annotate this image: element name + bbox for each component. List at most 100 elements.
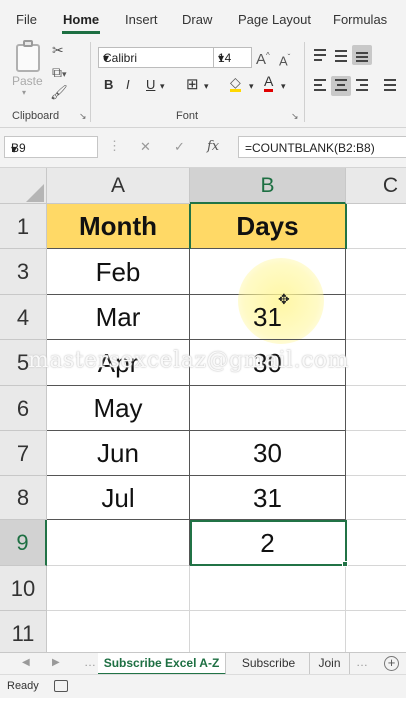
table-header-cell[interactable]: Month xyxy=(47,204,190,249)
column-header-a[interactable]: A xyxy=(47,168,190,204)
tab-page-layout[interactable]: Page Layout xyxy=(238,12,311,27)
format-painter-icon[interactable]: 🖌 xyxy=(50,84,68,100)
row-header-selected[interactable]: 9 xyxy=(0,520,47,566)
column-header-b[interactable]: B xyxy=(190,168,346,204)
cell[interactable]: Jul xyxy=(47,476,190,520)
italic-button[interactable]: I xyxy=(126,77,130,92)
chevron-down-icon[interactable]: ▾ xyxy=(281,81,286,92)
cell[interactable] xyxy=(346,295,406,340)
cell[interactable]: 30 xyxy=(190,431,346,476)
column-selection-edge xyxy=(189,204,191,249)
prev-sheet-icon[interactable]: ◀ xyxy=(22,657,30,668)
cell[interactable] xyxy=(47,520,190,566)
chevron-down-icon[interactable]: ▾ xyxy=(160,81,165,92)
cell[interactable] xyxy=(346,386,406,431)
insert-function-icon[interactable]: fx xyxy=(207,139,219,154)
clipboard-launcher-icon[interactable]: ↘ xyxy=(79,111,87,122)
cancel-icon[interactable]: ✕ xyxy=(140,139,151,155)
cell[interactable]: May xyxy=(47,386,190,431)
font-size-select[interactable]: 14 ▾ xyxy=(214,47,252,68)
grow-font-icon[interactable]: A^ xyxy=(256,48,270,68)
tab-formulas[interactable]: Formulas xyxy=(333,12,387,27)
fill-color-icon[interactable]: ◇ xyxy=(230,75,241,92)
status-bar: Ready xyxy=(0,674,406,698)
font-launcher-icon[interactable]: ↘ xyxy=(291,111,299,122)
row-header[interactable]: 1 xyxy=(0,204,47,249)
formula-input[interactable]: =COUNTBLANK(B2:B8) xyxy=(238,136,406,158)
row-header[interactable]: 3 xyxy=(0,249,47,295)
tab-file[interactable]: File xyxy=(16,12,37,27)
cell[interactable] xyxy=(190,566,346,611)
cell[interactable] xyxy=(346,204,406,249)
macro-record-icon[interactable] xyxy=(54,680,68,692)
table-header-cell[interactable]: Days xyxy=(190,204,346,249)
name-box[interactable]: B9 ▾ xyxy=(4,136,98,158)
worksheet-grid[interactable]: A B C 1 Month Days 3 Feb 4 Mar 31 5 Apr … xyxy=(0,168,406,652)
row-header[interactable]: 8 xyxy=(0,476,47,520)
cell[interactable] xyxy=(346,340,406,386)
cell[interactable] xyxy=(346,476,406,520)
bold-button[interactable]: B xyxy=(104,77,113,92)
align-center-icon[interactable] xyxy=(331,76,351,96)
add-sheet-button[interactable]: + xyxy=(384,656,399,671)
cell[interactable] xyxy=(346,249,406,295)
cell[interactable] xyxy=(47,611,190,652)
borders-icon[interactable]: ⊞ xyxy=(186,75,199,93)
chevron-down-icon[interactable]: ▾ xyxy=(249,81,254,92)
tab-draw[interactable]: Draw xyxy=(182,12,212,27)
more-sheets-icon[interactable]: … xyxy=(84,655,96,669)
cut-icon[interactable]: ✂ xyxy=(52,42,64,58)
shrink-font-icon[interactable]: Aˇ xyxy=(279,50,290,69)
sheet-tab-join[interactable]: Join xyxy=(310,653,350,675)
sheet-tab-bar: ◀ ▶ … Subscribe Excel A-Z Subscribe Join… xyxy=(0,652,406,675)
copy-icon[interactable]: ⧉▾ xyxy=(52,64,67,82)
row-header[interactable]: 4 xyxy=(0,295,47,340)
cell[interactable]: Feb xyxy=(47,249,190,295)
indent-icon[interactable] xyxy=(380,76,400,96)
chevron-down-icon: ▾ xyxy=(11,142,18,156)
cell[interactable]: 31 xyxy=(190,476,346,520)
paste-button[interactable]: Paste ▾ xyxy=(10,40,46,97)
chevron-down-icon[interactable]: ▾ xyxy=(22,88,26,97)
selection-border xyxy=(190,520,347,566)
tab-insert[interactable]: Insert xyxy=(125,12,158,27)
more-icon: ⋮ xyxy=(108,138,121,153)
cell[interactable] xyxy=(346,520,406,566)
font-name-select[interactable]: Calibri ▾ xyxy=(98,47,214,68)
row-header[interactable]: 11 xyxy=(0,611,47,652)
fill-handle[interactable] xyxy=(342,561,348,567)
chevron-down-icon[interactable]: ▾ xyxy=(204,81,209,92)
cell[interactable]: 31 xyxy=(190,295,346,340)
row-header[interactable]: 6 xyxy=(0,386,47,431)
next-sheet-icon[interactable]: ▶ xyxy=(52,657,60,668)
cell[interactable] xyxy=(190,611,346,652)
cell[interactable] xyxy=(190,386,346,431)
align-top-icon[interactable] xyxy=(310,45,330,65)
tab-home[interactable]: Home xyxy=(63,12,99,27)
cell[interactable]: Mar xyxy=(47,295,190,340)
align-left-icon[interactable] xyxy=(310,76,330,96)
ribbon-tabs: File Home Insert Draw Page Layout Formul… xyxy=(0,0,406,36)
row-header[interactable]: 10 xyxy=(0,566,47,611)
font-color-icon[interactable]: A xyxy=(264,74,274,92)
align-bottom-icon[interactable] xyxy=(352,45,372,65)
select-all-button[interactable] xyxy=(0,168,47,204)
cell[interactable]: Jun xyxy=(47,431,190,476)
more-sheets-icon[interactable]: … xyxy=(356,655,368,669)
cell[interactable] xyxy=(346,611,406,652)
underline-button[interactable]: U xyxy=(146,77,155,92)
sheet-tab-subscribe[interactable]: Subscribe xyxy=(228,653,310,675)
cell[interactable] xyxy=(346,431,406,476)
align-middle-icon[interactable] xyxy=(331,45,351,65)
paste-label: Paste xyxy=(12,74,43,88)
chevron-down-icon: ▾ xyxy=(103,51,110,65)
column-header-c[interactable]: C xyxy=(346,168,406,204)
select-all-icon xyxy=(26,184,44,202)
cell[interactable] xyxy=(47,566,190,611)
cell[interactable] xyxy=(346,566,406,611)
align-right-icon[interactable] xyxy=(352,76,372,96)
row-header[interactable]: 7 xyxy=(0,431,47,476)
sheet-tab-subscribe-excel-a-z[interactable]: Subscribe Excel A-Z xyxy=(98,653,226,675)
formula-text: =COUNTBLANK(B2:B8) xyxy=(245,141,375,155)
enter-icon[interactable]: ✓ xyxy=(174,139,185,155)
